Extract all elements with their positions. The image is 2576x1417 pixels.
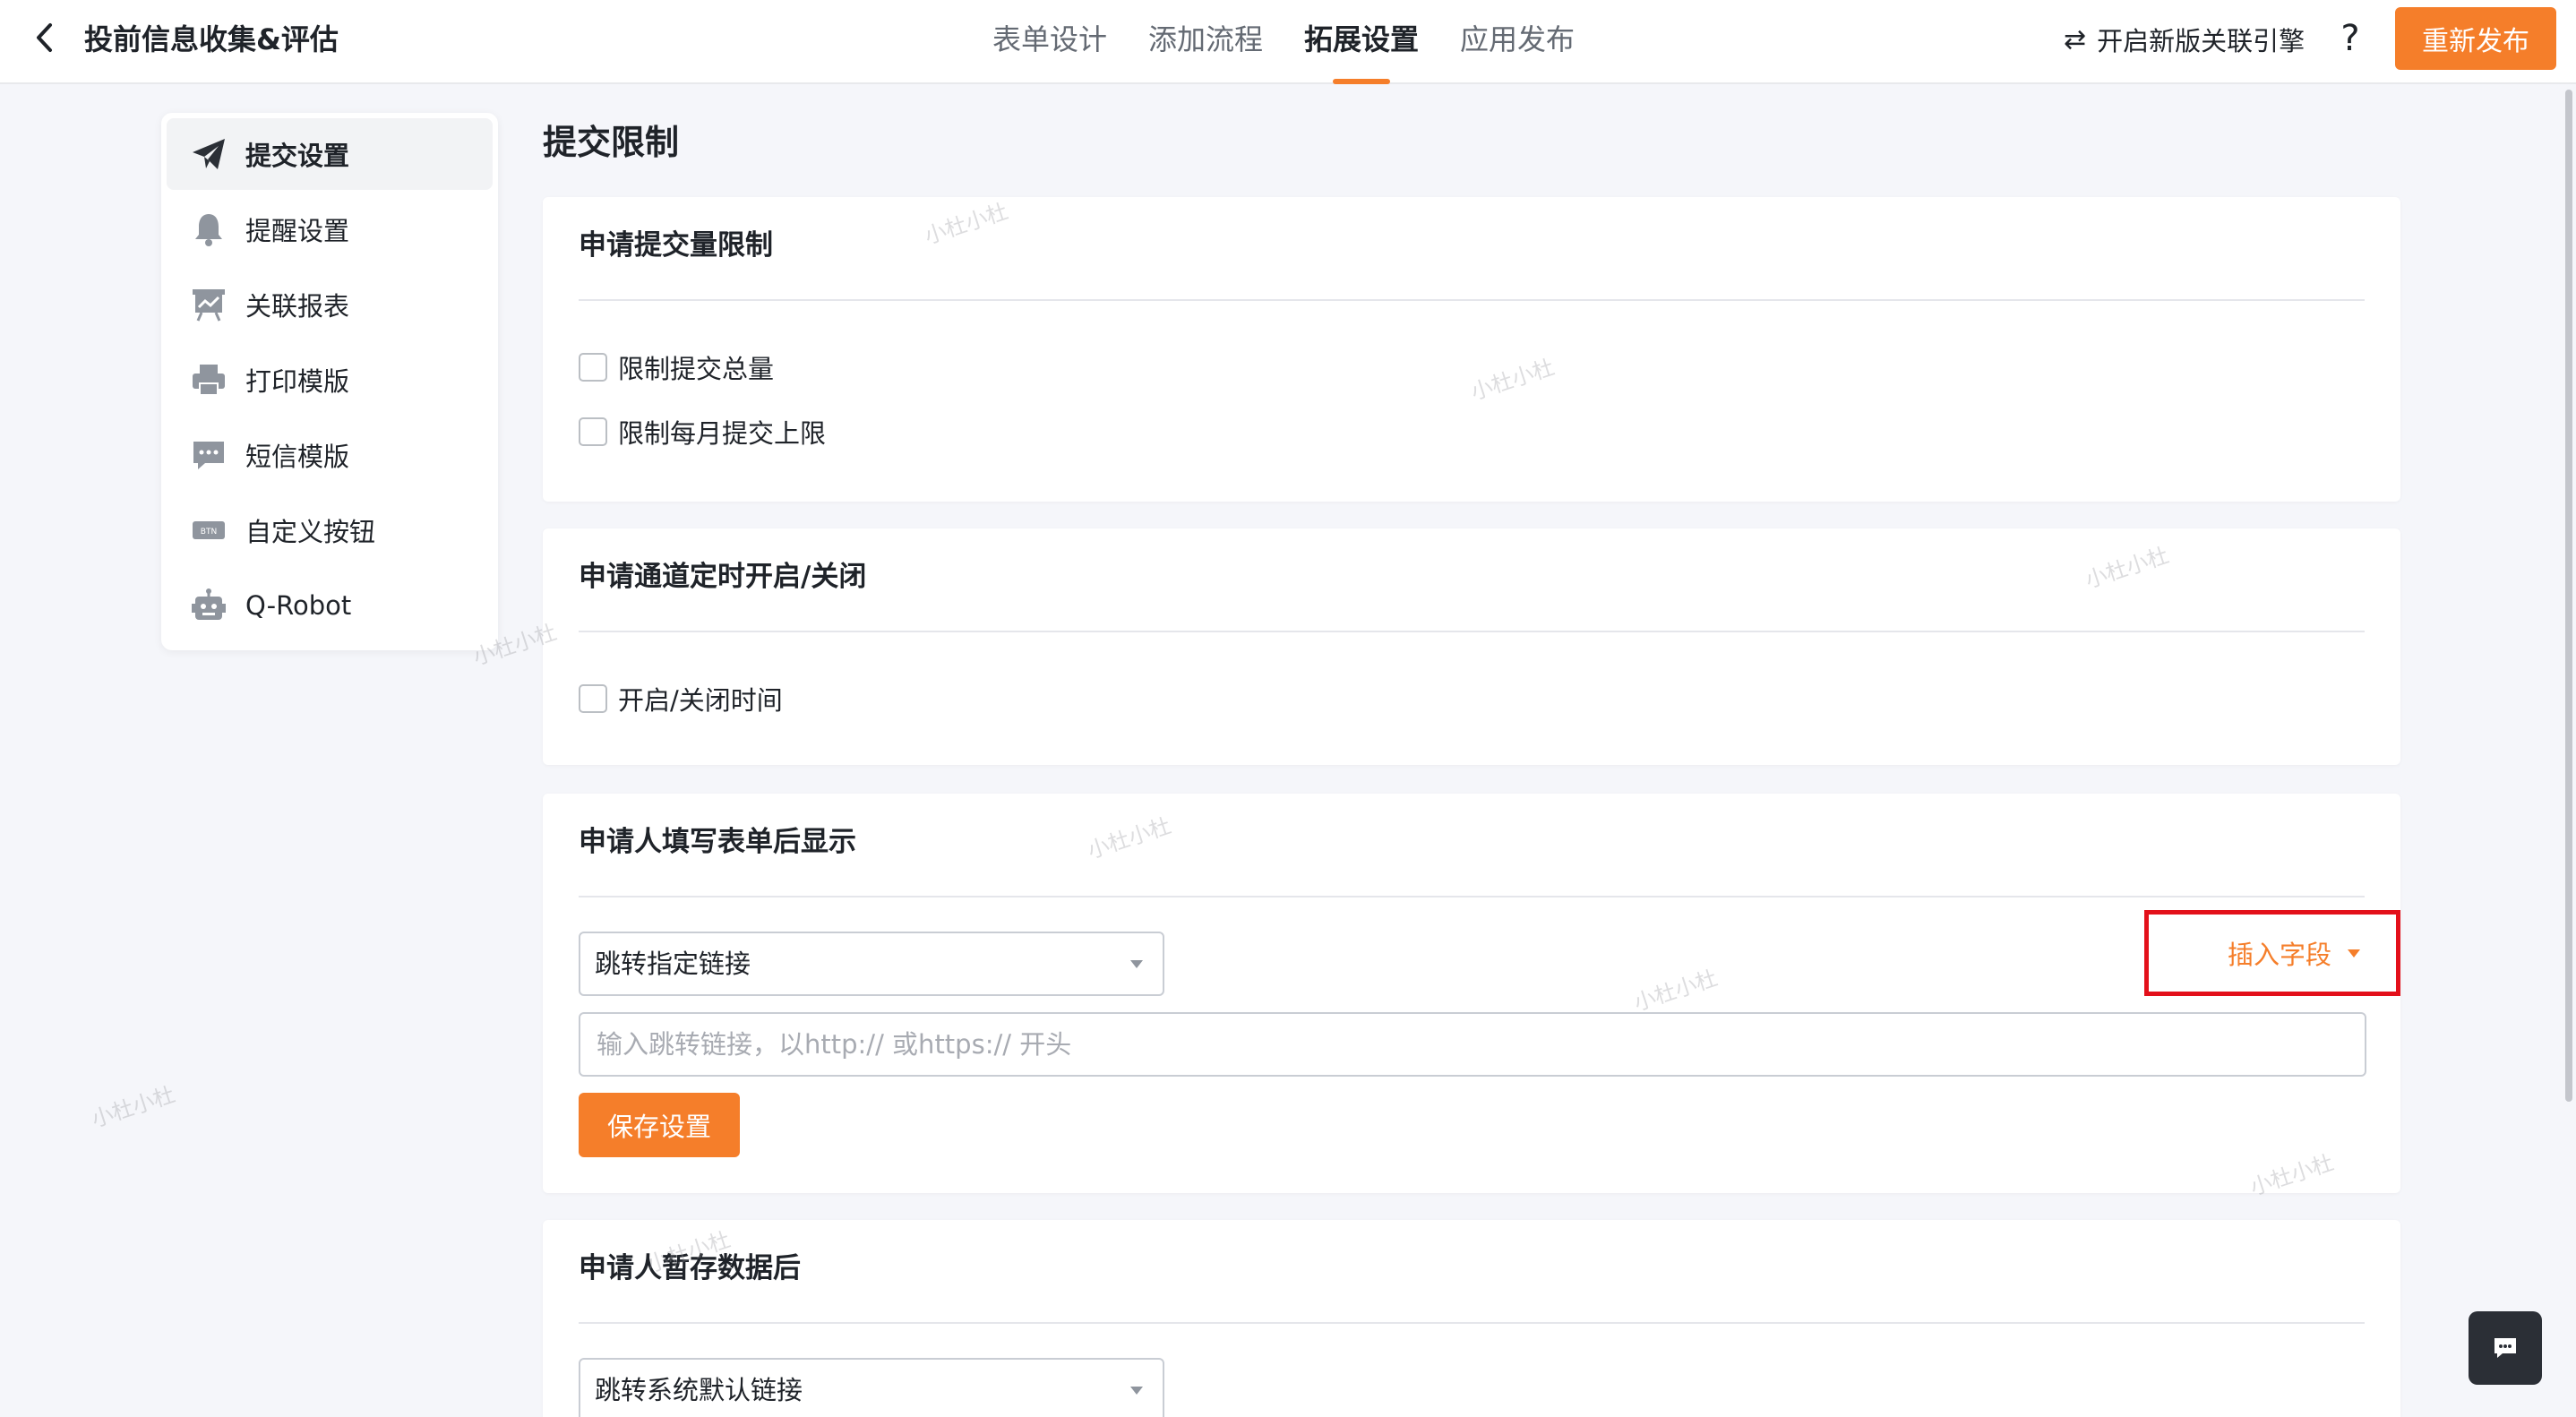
limit-total-checkbox[interactable]: 限制提交总量	[579, 348, 774, 387]
sidebar-item-label: Q-Robot	[245, 590, 352, 621]
open-close-time-checkbox[interactable]: 开启/关闭时间	[579, 679, 783, 718]
divider	[579, 631, 2365, 632]
tab-form-design[interactable]: 表单设计	[992, 0, 1107, 84]
caret-down-icon	[2348, 949, 2360, 958]
swap-arrows-icon: ⇄	[2064, 23, 2087, 56]
sidebar-item-sms-template[interactable]: 短信模版	[167, 419, 493, 491]
main-tabs: 表单设计 添加流程 拓展设置 应用发布	[992, 0, 1616, 84]
sidebar-item-label: 提醒设置	[245, 216, 350, 246]
schedule-card: 申请通道定时开启/关闭 开启/关闭时间	[543, 528, 2400, 765]
checkbox-label: 开启/关闭时间	[618, 685, 783, 716]
card-title: 申请人暂存数据后	[579, 1252, 801, 1284]
page-title: 提交限制	[543, 123, 680, 162]
after-draft-card: 申请人暂存数据后 跳转系统默认链接	[543, 1220, 2400, 1417]
tab-extension-settings[interactable]: 拓展设置	[1304, 0, 1419, 84]
republish-button[interactable]: 重新发布	[2395, 7, 2556, 70]
help-icon[interactable]: ?	[2332, 16, 2368, 61]
chat-button[interactable]	[2469, 1311, 2542, 1385]
settings-sidebar: 提交设置 提醒设置 关联报表 打印模版 短信模版 BTN 自定义按钮 Q-Rob…	[161, 113, 498, 650]
redirect-type-select[interactable]: 跳转指定链接	[579, 932, 1164, 996]
divider	[579, 1322, 2365, 1324]
printer-icon	[190, 361, 228, 399]
card-title: 申请人填写表单后显示	[579, 826, 856, 858]
sidebar-item-print-template[interactable]: 打印模版	[167, 344, 493, 416]
redirect-url-input[interactable]	[579, 1012, 2366, 1077]
robot-icon	[190, 587, 228, 624]
sidebar-item-reminder-settings[interactable]: 提醒设置	[167, 193, 493, 265]
checkbox-label: 限制每月提交上限	[618, 418, 827, 449]
caret-down-icon	[1130, 1387, 1143, 1395]
tab-app-publish[interactable]: 应用发布	[1460, 0, 1575, 84]
paper-plane-icon	[190, 135, 228, 173]
back-icon[interactable]	[27, 20, 63, 56]
limit-monthly-checkbox[interactable]: 限制每月提交上限	[579, 412, 826, 451]
draft-redirect-select[interactable]: 跳转系统默认链接	[579, 1358, 1164, 1417]
bell-icon	[190, 210, 228, 248]
sidebar-item-linked-report[interactable]: 关联报表	[167, 269, 493, 340]
submit-limit-card: 申请提交量限制 限制提交总量 限制每月提交上限	[543, 197, 2400, 502]
after-submit-card: 申请人填写表单后显示 跳转指定链接 插入字段 保存设置	[543, 794, 2400, 1193]
page-scrollbar[interactable]	[2565, 90, 2572, 1102]
message-bubble-icon	[190, 436, 228, 474]
chat-icon	[2494, 1338, 2516, 1358]
new-engine-label: 开启新版关联引擎	[2097, 26, 2306, 56]
select-value: 跳转系统默认链接	[595, 1375, 803, 1405]
checkbox-box[interactable]	[579, 684, 607, 713]
checkbox-box[interactable]	[579, 353, 607, 382]
btn-badge-text: BTN	[201, 528, 217, 537]
checkbox-box[interactable]	[579, 417, 607, 446]
report-board-icon	[190, 286, 228, 323]
select-value: 跳转指定链接	[595, 949, 751, 979]
sidebar-item-label: 关联报表	[245, 291, 350, 322]
divider	[579, 896, 2365, 897]
checkbox-label: 限制提交总量	[618, 354, 775, 384]
sidebar-item-custom-button[interactable]: BTN 自定义按钮	[167, 494, 493, 566]
sidebar-item-label: 自定义按钮	[245, 517, 376, 547]
tab-add-process[interactable]: 添加流程	[1148, 0, 1263, 84]
caret-down-icon	[1130, 960, 1143, 968]
insert-field-label: 插入字段	[2227, 940, 2331, 970]
card-title: 申请通道定时开启/关闭	[579, 561, 867, 593]
sidebar-item-label: 提交设置	[245, 141, 350, 171]
sidebar-item-q-robot[interactable]: Q-Robot	[167, 570, 493, 641]
divider	[579, 299, 2365, 301]
top-bar: 投前信息收集&评估 表单设计 添加流程 拓展设置 应用发布 ⇄ 开启新版关联引擎…	[0, 0, 2576, 84]
app-title: 投前信息收集&评估	[84, 22, 339, 56]
insert-field-dropdown[interactable]: 插入字段	[2144, 910, 2400, 996]
save-settings-button[interactable]: 保存设置	[579, 1093, 740, 1157]
sidebar-item-label: 短信模版	[245, 442, 350, 472]
sidebar-item-submit-settings[interactable]: 提交设置	[167, 118, 493, 190]
watermark: 小杜小杜	[88, 1081, 178, 1133]
new-engine-toggle[interactable]: ⇄ 开启新版关联引擎	[2064, 20, 2305, 59]
card-title: 申请提交量限制	[579, 229, 773, 262]
btn-badge-icon: BTN	[190, 511, 228, 549]
sidebar-item-label: 打印模版	[245, 366, 350, 397]
